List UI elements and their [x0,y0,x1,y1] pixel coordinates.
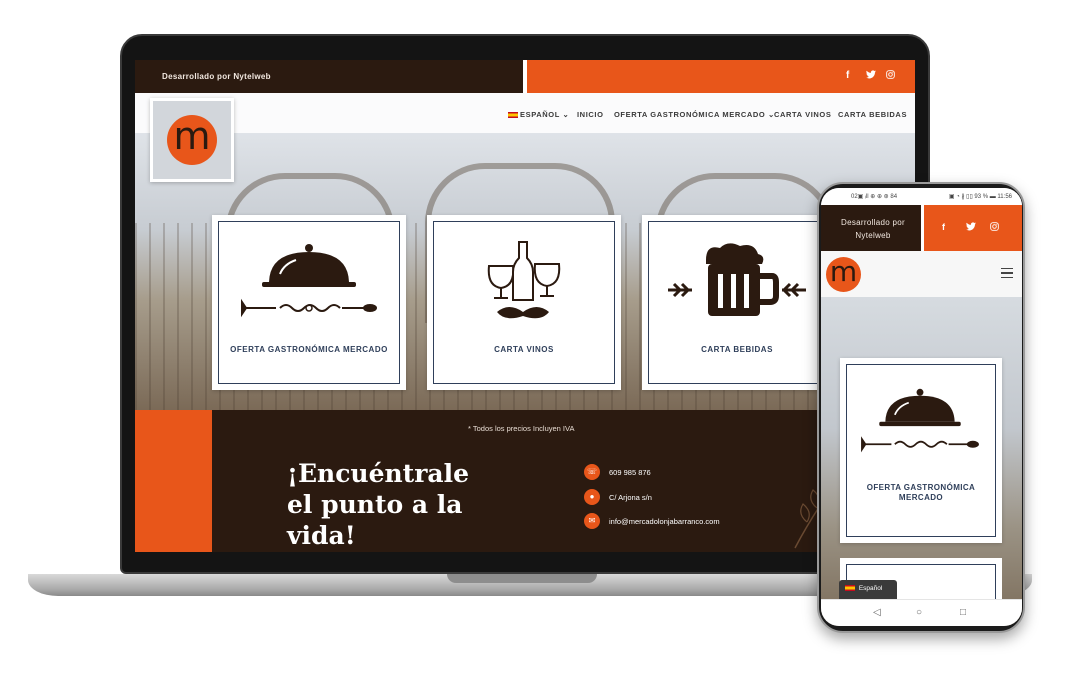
card-vinos[interactable]: CARTA VINOS [427,215,621,390]
location-pin-icon: ● [584,489,600,505]
phone-icon: ☏ [584,464,600,480]
facebook-icon[interactable]: f [942,222,945,232]
instagram-icon[interactable] [990,222,999,233]
facebook-icon[interactable]: f [846,70,849,81]
back-icon[interactable]: ◁ [873,607,881,618]
android-nav-bar: ◁ ○ □ [821,599,1022,626]
developer-credit[interactable]: Desarrollado por Nytelweb [838,216,908,242]
iva-note: * Todos los precios Incluyen IVA [468,424,575,433]
phone-nav: m [821,251,1022,297]
card-label: CARTA VINOS [494,345,554,354]
instagram-icon[interactable] [886,70,895,82]
site-logo[interactable]: m [826,257,861,292]
phone-top-bar-orange: f [924,205,1022,251]
laptop-notch [447,574,597,583]
laptop-screen: Desarrollado por Nytelweb f m ESPAÑOL ⌄ … [135,60,915,552]
recents-icon[interactable]: □ [960,607,966,618]
top-bar-orange [527,60,915,93]
phone-screen: 02▣ ᵢll ⊕ ⊕ ⊛ 84 ▣ ◔ ∦ ▯▯ 93 % ▬ 11:56 D… [821,188,1022,626]
status-bar: 02▣ ᵢll ⊕ ⊕ ⊛ 84 ▣ ◔ ∦ ▯▯ 93 % ▬ 11:56 [821,188,1022,205]
slogan-heading: ¡Encuéntrale el punto a la vida! [287,459,470,550]
top-bar: Desarrollado por Nytelweb f [135,60,915,93]
nav-carta-vinos[interactable]: CARTA VINOS [774,110,831,119]
card-oferta[interactable]: OFERTA GASTRONÓMICA MERCADO [840,358,1002,543]
spain-flag-icon [845,585,855,592]
site-logo[interactable]: m [150,98,234,182]
footer-orange-block [135,410,212,552]
card-label: OFERTA GASTRONÓMICA MERCADO [866,483,976,502]
nav-carta-bebidas[interactable]: CARTA BEBIDAS [838,110,907,119]
logo-circle: m [167,115,217,165]
card-oferta[interactable]: OFERTA GASTRONÓMICA MERCADO [212,215,406,390]
twitter-icon[interactable] [966,222,976,233]
language-switcher[interactable]: Español [839,580,897,599]
cloche-icon [241,244,377,318]
nav-inicio[interactable]: INICIO [577,110,604,119]
email-icon: ✉ [584,513,600,529]
card-label: CARTA BEBIDAS [701,345,773,354]
nav-language[interactable]: ESPAÑOL ⌄ [508,110,569,119]
nav-oferta[interactable]: OFERTA GASTRONÓMICA MERCADO ⌄ [614,110,775,119]
phone-top-bar-dark: Desarrollado por Nytelweb [821,205,921,251]
hamburger-menu-icon[interactable] [1001,268,1013,278]
card-bebidas[interactable]: CARTA BEBIDAS [642,215,832,390]
twitter-icon[interactable] [866,70,876,82]
beer-icon [668,243,806,316]
cloche-icon [861,388,979,453]
home-icon[interactable]: ○ [916,607,922,618]
footer-section: * Todos los precios Incluyen IVA ¡Encuén… [135,410,915,552]
top-bar-dark: Desarrollado por Nytelweb [135,60,523,93]
developer-credit[interactable]: Desarrollado por Nytelweb [162,72,271,81]
wine-icon [487,241,561,319]
card-label: OFERTA GASTRONÓMICA MERCADO [230,345,388,354]
spain-flag-icon [508,112,518,119]
